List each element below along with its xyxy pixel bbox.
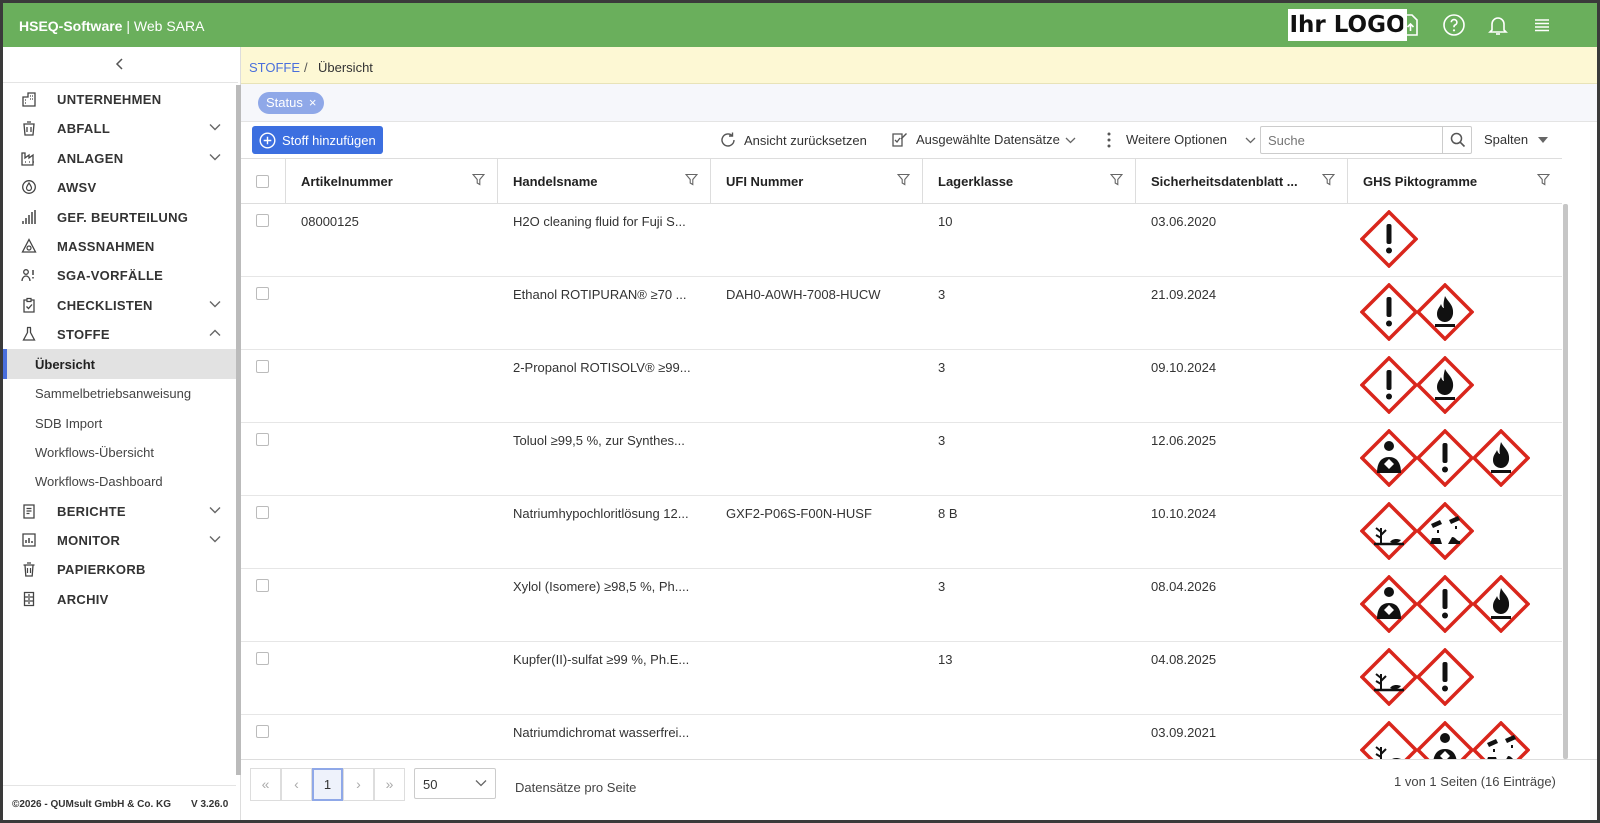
ghs-exclamation-icon xyxy=(1360,283,1418,341)
cell-lagerklasse: 3 xyxy=(938,579,946,594)
cell-handelsname: Kupfer(II)-sulfat ≥99 %, Ph.E... xyxy=(513,652,690,667)
ghs-exclamation-icon xyxy=(1416,429,1474,487)
ghs-flame-icon xyxy=(1416,283,1474,341)
cell-handelsname: Toluol ≥99,5 %, zur Synthes... xyxy=(513,433,685,448)
pagination-bar: « ‹ 1 › » 50 Datensätze pro Seite 1 von … xyxy=(241,759,1597,820)
cell-ghs-piktogramme xyxy=(1360,429,1530,489)
cell-ghs-piktogramme xyxy=(1360,575,1530,635)
table-scrollbar-thumb[interactable] xyxy=(1563,204,1568,759)
cell-sdb-datum: 09.10.2024 xyxy=(1151,360,1217,375)
cell-ghs-piktogramme xyxy=(1360,502,1474,562)
ghs-flame-icon xyxy=(1472,429,1530,487)
table-scrollbar[interactable] xyxy=(1562,204,1570,759)
cell-sdb-datum: 03.09.2021 xyxy=(1151,725,1217,740)
cell-lagerklasse: 13 xyxy=(938,652,953,667)
ghs-exclamation-icon xyxy=(1360,356,1418,414)
ghs-health-icon xyxy=(1360,575,1418,633)
prev-page-button[interactable]: ‹ xyxy=(281,768,312,801)
ghs-exclamation-icon xyxy=(1416,575,1474,633)
ghs-exclamation-icon xyxy=(1416,648,1474,706)
cell-handelsname: H2O cleaning fluid for Fuji S... xyxy=(513,214,686,229)
version-text: V 3.26.0 xyxy=(191,799,229,810)
ghs-exclamation-icon xyxy=(1360,210,1418,268)
next-page-button[interactable]: › xyxy=(343,768,374,801)
page-size-select[interactable]: 50 xyxy=(414,768,496,799)
cell-sdb-datum: 04.08.2025 xyxy=(1151,652,1217,667)
cell-handelsname: Xylol (Isomere) ≥98,5 %, Ph.... xyxy=(513,579,690,594)
ghs-flame-icon xyxy=(1416,356,1474,414)
cell-lagerklasse: 3 xyxy=(938,360,946,375)
table-row[interactable]: 2-Propanol ROTISOLV® ≥99... 3 09.10.2024 xyxy=(241,350,1562,423)
row-checkbox[interactable] xyxy=(256,433,269,446)
cell-sdb-datum: 21.09.2024 xyxy=(1151,287,1217,302)
ghs-environment-icon xyxy=(1360,648,1418,706)
cell-ghs-piktogramme xyxy=(1360,210,1418,270)
row-checkbox[interactable] xyxy=(256,287,269,300)
cell-lagerklasse: 3 xyxy=(938,287,946,302)
table-row[interactable]: Xylol (Isomere) ≥98,5 %, Ph.... 3 08.04.20… xyxy=(241,569,1562,642)
ghs-health-icon xyxy=(1360,429,1418,487)
app-window: HSEQ-Software | Web SARA Ihr LOGO UNTERN… xyxy=(3,3,1597,820)
row-checkbox[interactable] xyxy=(256,725,269,738)
row-checkbox[interactable] xyxy=(256,214,269,227)
row-checkbox[interactable] xyxy=(256,579,269,592)
ghs-corrosion-icon xyxy=(1416,502,1474,560)
cell-handelsname: Natriumdichromat wasserfrei... xyxy=(513,725,690,740)
cell-artikelnummer: 08000125 xyxy=(301,214,359,229)
cell-sdb-datum: 08.04.2026 xyxy=(1151,579,1217,594)
table-row[interactable]: Kupfer(II)-sulfat ≥99 %, Ph.E... 13 04.08.… xyxy=(241,642,1562,715)
cell-handelsname: 2-Propanol ROTISOLV® ≥99... xyxy=(513,360,691,375)
last-page-button[interactable]: » xyxy=(374,768,405,801)
ghs-flame-icon xyxy=(1472,575,1530,633)
copyright-text: ©2026 - QUMsult GmbH & Co. KG xyxy=(12,799,172,810)
cell-sdb-datum: 03.06.2020 xyxy=(1151,214,1217,229)
chevron-down-icon xyxy=(475,780,487,787)
cell-lagerklasse: 3 xyxy=(938,433,946,448)
cell-ufi-nummer: DAH0-A0WH-7008-HUCW xyxy=(726,287,881,302)
cell-ufi-nummer: GXF2-P06S-F00N-HUSF xyxy=(726,506,872,521)
row-checkbox[interactable] xyxy=(256,360,269,373)
cell-lagerklasse: 10 xyxy=(938,214,953,229)
cell-ghs-piktogramme xyxy=(1360,721,1562,759)
cell-sdb-datum: 12.06.2025 xyxy=(1151,433,1217,448)
cell-sdb-datum: 10.10.2024 xyxy=(1151,506,1217,521)
cell-handelsname: Ethanol ROTIPURAN® ≥70 ... xyxy=(513,287,687,302)
cell-ghs-piktogramme xyxy=(1360,356,1474,416)
page-1-button[interactable]: 1 xyxy=(312,768,343,801)
table-body: 08000125 H2O cleaning fluid for Fuji S...… xyxy=(3,3,1597,759)
page-info: 1 von 1 Seiten (16 Einträge) xyxy=(1394,774,1556,789)
ghs-environment-icon xyxy=(1360,721,1418,759)
row-checkbox[interactable] xyxy=(256,506,269,519)
table-row[interactable]: 08000125 H2O cleaning fluid for Fuji S...… xyxy=(241,204,1562,277)
ghs-corrosion-icon xyxy=(1472,721,1530,759)
table-row[interactable]: Toluol ≥99,5 %, zur Synthes... 3 12.06.202… xyxy=(241,423,1562,496)
table-row[interactable]: Natriumdichromat wasserfrei... 03.09.2021 xyxy=(241,715,1562,759)
table-row[interactable]: Natriumhypochloritlösung 12... GXF2-P06S-… xyxy=(241,496,1562,569)
first-page-button[interactable]: « xyxy=(250,768,281,801)
cell-lagerklasse: 8 B xyxy=(938,506,958,521)
row-checkbox[interactable] xyxy=(256,652,269,665)
cell-ghs-piktogramme xyxy=(1360,283,1474,343)
page-size-label: Datensätze pro Seite xyxy=(515,780,637,795)
ghs-health-icon xyxy=(1416,721,1474,759)
sidebar-footer: ©2026 - QUMsult GmbH & Co. KG V 3.26.0 xyxy=(3,785,236,820)
ghs-environment-icon xyxy=(1360,502,1418,560)
cell-ghs-piktogramme xyxy=(1360,648,1474,708)
table-row[interactable]: Ethanol ROTIPURAN® ≥70 ... DAH0-A0WH-7008… xyxy=(241,277,1562,350)
cell-handelsname: Natriumhypochloritlösung 12... xyxy=(513,506,689,521)
